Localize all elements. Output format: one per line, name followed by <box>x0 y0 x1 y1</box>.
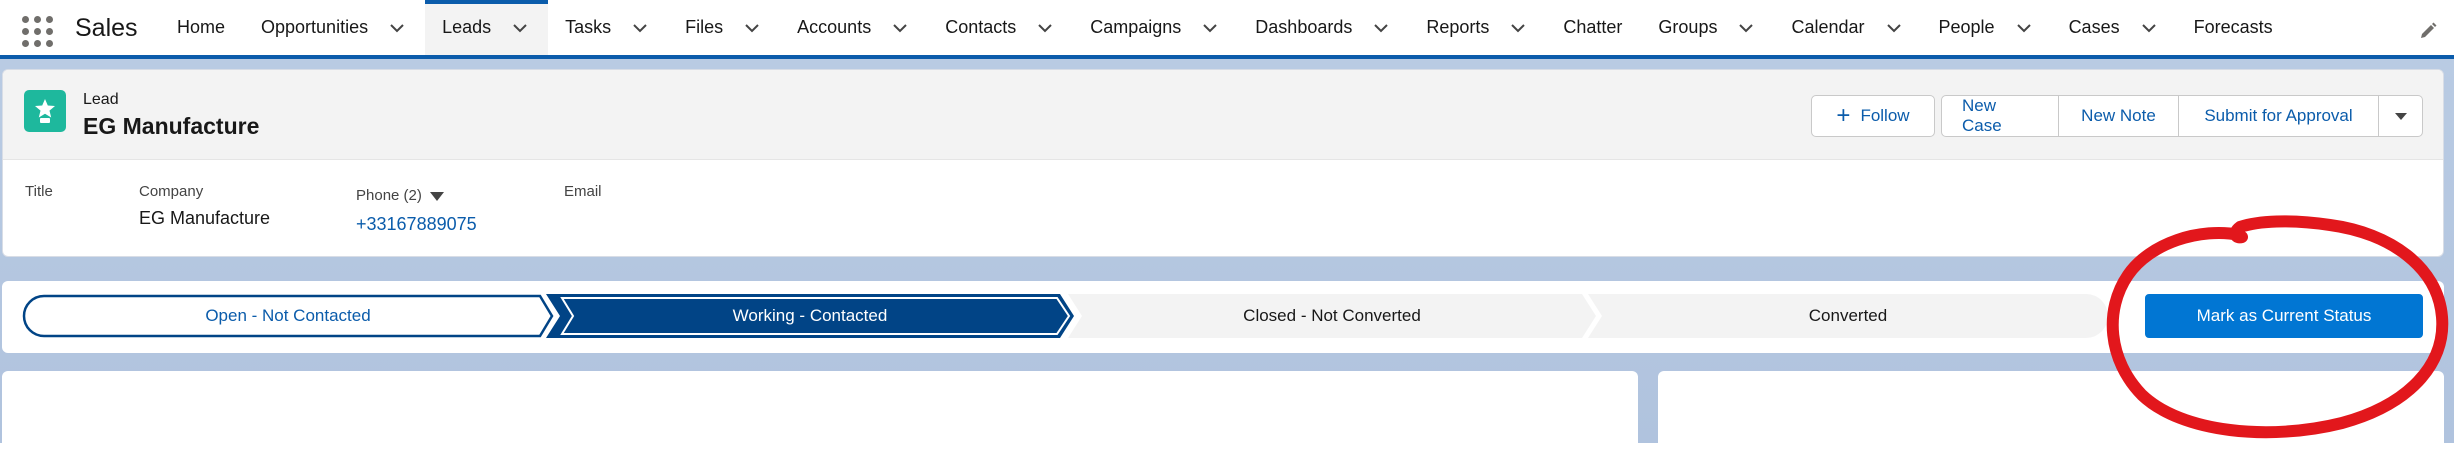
lead-object-icon <box>24 90 66 132</box>
record-title: EG Manufacture <box>83 113 260 139</box>
global-nav: Sales Home Opportunities Leads Tasks Fil… <box>0 0 2454 59</box>
nav-item-reports[interactable]: Reports <box>1409 0 1546 55</box>
company-field-label: Company <box>139 183 204 200</box>
nav-item-home[interactable]: Home <box>160 0 244 55</box>
record-header: Lead EG Manufacture + Follow New Case Ne… <box>3 70 2443 160</box>
nav-item-contacts[interactable]: Contacts <box>928 0 1073 55</box>
new-case-button[interactable]: New Case <box>1941 95 2059 137</box>
nav-item-tasks[interactable]: Tasks <box>548 0 668 55</box>
nav-item-chatter[interactable]: Chatter <box>1546 0 1641 55</box>
nav-item-dashboards[interactable]: Dashboards <box>1238 0 1409 55</box>
path-stage-working-contacted[interactable]: Working - Contacted <box>546 294 1074 338</box>
chevron-down-icon[interactable] <box>1737 19 1755 37</box>
more-actions-button[interactable] <box>2379 95 2423 137</box>
details-card <box>2 371 1638 451</box>
title-field-label: Title <box>25 183 53 200</box>
nav-item-campaigns[interactable]: Campaigns <box>1073 0 1238 55</box>
nav-item-calendar[interactable]: Calendar <box>1774 0 1921 55</box>
path-stage-label: Working - Contacted <box>732 306 888 325</box>
object-type-label: Lead <box>83 91 119 108</box>
chevron-down-icon[interactable] <box>743 19 761 37</box>
chevron-down-icon[interactable] <box>1509 19 1527 37</box>
app-name: Sales <box>75 14 138 42</box>
company-field-value: EG Manufacture <box>139 208 271 228</box>
nav-item-files[interactable]: Files <box>668 0 780 55</box>
mark-as-current-status-button[interactable]: Mark as Current Status <box>2145 294 2423 338</box>
chevron-down-icon[interactable] <box>1885 19 1903 37</box>
path-stage-closed-not-converted[interactable]: Closed - Not Converted <box>1068 294 1596 338</box>
chevron-down-icon[interactable] <box>1036 19 1054 37</box>
chevron-down-icon <box>2394 113 2407 120</box>
path-stage-converted[interactable]: Converted <box>1588 294 2108 338</box>
chevron-down-icon[interactable] <box>388 19 406 37</box>
nav-item-groups[interactable]: Groups <box>1641 0 1774 55</box>
phone-field-label[interactable]: Phone (2) <box>356 187 444 204</box>
path-stage-label: Closed - Not Converted <box>1243 306 1421 325</box>
chevron-down-icon[interactable] <box>511 19 529 37</box>
plus-icon: + <box>1836 102 1851 129</box>
nav-items: Home Opportunities Leads Tasks Files Acc… <box>160 0 2292 55</box>
follow-button-group: + Follow <box>1811 95 1935 137</box>
nav-item-leads[interactable]: Leads <box>425 0 549 55</box>
chevron-down-icon[interactable] <box>2140 19 2158 37</box>
dropdown-triangle-icon <box>429 191 444 201</box>
phone-field-value[interactable]: +33167889075 <box>356 214 477 235</box>
submit-for-approval-button[interactable]: Submit for Approval <box>2179 95 2379 137</box>
path-stage-label: Converted <box>1808 306 1888 325</box>
chevron-down-icon[interactable] <box>2015 19 2033 37</box>
app-launcher-icon[interactable] <box>22 16 54 47</box>
chevron-down-icon[interactable] <box>631 19 649 37</box>
nav-item-forecasts[interactable]: Forecasts <box>2177 0 2292 55</box>
nav-item-cases[interactable]: Cases <box>2052 0 2177 55</box>
path-stage-open-not-contacted[interactable]: Open - Not Contacted <box>22 294 554 338</box>
nav-item-accounts[interactable]: Accounts <box>780 0 928 55</box>
edit-nav-pencil-icon[interactable] <box>2418 21 2438 41</box>
chevron-down-icon[interactable] <box>891 19 909 37</box>
path-stage-label: Open - Not Contacted <box>205 306 371 325</box>
nav-item-opportunities[interactable]: Opportunities <box>244 0 425 55</box>
record-actions-group: New Case New Note Submit for Approval <box>1941 95 2423 137</box>
nav-item-people[interactable]: People <box>1922 0 2052 55</box>
chevron-down-icon[interactable] <box>1372 19 1390 37</box>
chevron-down-icon[interactable] <box>1201 19 1219 37</box>
new-note-button[interactable]: New Note <box>2059 95 2179 137</box>
follow-button[interactable]: + Follow <box>1811 95 1935 137</box>
activity-card <box>1658 371 2444 451</box>
record-highlights-panel: Lead EG Manufacture + Follow New Case Ne… <box>2 69 2444 257</box>
email-field-label: Email <box>564 183 602 200</box>
